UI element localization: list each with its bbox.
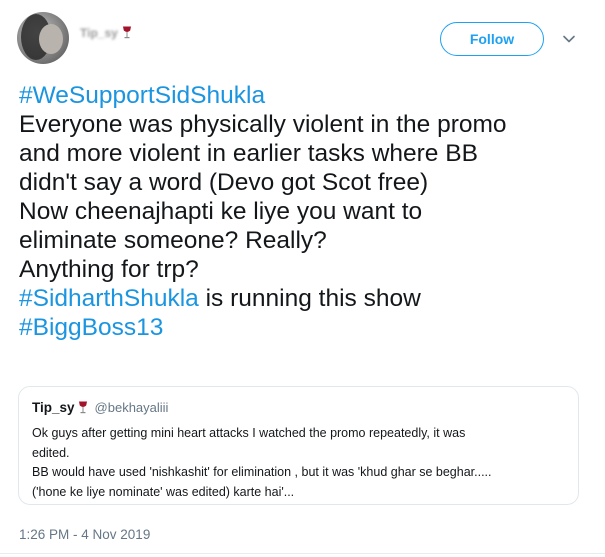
tweet-line: didn't say a word (Devo got Scot free) (19, 169, 429, 196)
quoted-line: edited. (32, 445, 70, 460)
tweet-line: Everyone was physically violent in the p… (19, 111, 507, 138)
follow-button[interactable]: Follow (440, 22, 544, 56)
chevron-down-icon[interactable] (562, 32, 576, 46)
hashtag-link[interactable]: #SidharthShukla (19, 285, 199, 312)
wine-glass-icon (122, 26, 131, 39)
tweet-text: #WeSupportSidShukla Everyone was physica… (19, 81, 594, 342)
tweet-line: and more violent in earlier tasks where … (19, 140, 478, 167)
tweet-timestamp[interactable]: 1:26 PM - 4 Nov 2019 (19, 527, 150, 542)
author-name-row[interactable]: Tip_sy (80, 26, 132, 40)
hashtag-link[interactable]: #BiggBoss13 (19, 313, 594, 342)
wine-glass-icon (78, 401, 87, 413)
author-display-name[interactable]: Tip_sy (80, 26, 118, 40)
quoted-author-handle: @bekhayaliii (94, 400, 169, 415)
divider (0, 553, 605, 554)
avatar-face (39, 24, 63, 54)
quoted-tweet-text: Ok guys after getting mini heart attacks… (32, 424, 572, 502)
hashtag-link[interactable]: #WeSupportSidShukla (19, 81, 594, 110)
tweet-line-rest: is running this show (198, 285, 421, 312)
tweet-line: Now cheenajhapti ke liye you want to (19, 198, 423, 225)
quoted-tweet-header: Tip_sy @bekhayaliii (32, 400, 168, 415)
quoted-line: Ok guys after getting mini heart attacks… (32, 426, 466, 440)
tweet-card: Tip_sy Follow #WeSupportSidShukla Everyo… (0, 0, 605, 557)
avatar[interactable] (17, 12, 69, 64)
quoted-line: BB would have used 'nishkashit' for elim… (32, 465, 492, 479)
tweet-line: Anything for trp? (19, 256, 199, 283)
quoted-line: ('hone ke liye nominate' was edited) kar… (32, 484, 295, 499)
tweet-line: #SidharthShukla is running this show (19, 284, 594, 313)
tweet-line: eliminate someone? Really? (19, 227, 327, 254)
quoted-author-name: Tip_sy (32, 400, 75, 415)
quoted-tweet[interactable]: Tip_sy @bekhayaliii Ok guys after gettin… (18, 386, 579, 505)
